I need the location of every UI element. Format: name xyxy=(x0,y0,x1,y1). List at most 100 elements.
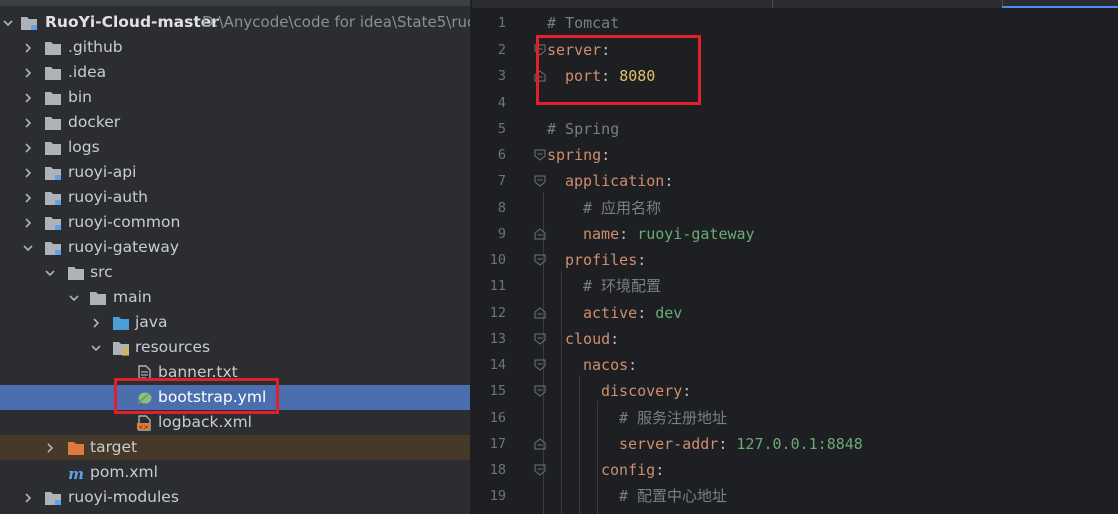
chevron-right-icon[interactable] xyxy=(20,160,36,185)
code-line-14[interactable]: nacos: xyxy=(583,352,637,378)
xml-file-icon: <> xyxy=(135,414,153,431)
chevron-down-icon[interactable] xyxy=(88,335,104,360)
highlight-box-server-port xyxy=(536,35,701,105)
yaml-colon: : xyxy=(664,172,674,190)
fold-end-icon[interactable] xyxy=(534,307,546,319)
chevron-down-icon[interactable] xyxy=(42,260,58,285)
chevron-down-icon[interactable] xyxy=(20,235,36,260)
source-folder-icon xyxy=(112,314,130,331)
line-number: 12 xyxy=(489,305,506,321)
code-line-9[interactable]: name: ruoyi-gateway xyxy=(583,221,755,247)
tree-item-label: .github xyxy=(68,38,123,56)
chevron-right-icon[interactable] xyxy=(20,210,36,235)
module-folder-icon xyxy=(44,164,62,181)
tree-row-ruoyi-gateway[interactable]: ruoyi-gateway xyxy=(0,235,470,260)
line-number: 8 xyxy=(497,200,506,216)
yaml-key: profiles xyxy=(565,251,638,269)
code-line-12[interactable]: active: dev xyxy=(583,300,682,326)
fold-collapse-icon[interactable] xyxy=(534,333,546,345)
editor-tab-strip[interactable] xyxy=(472,0,1118,8)
active-tab-indicator xyxy=(1002,6,1118,8)
tree-row-ruoyi-common[interactable]: ruoyi-common xyxy=(0,210,470,235)
line-number: 15 xyxy=(489,383,506,399)
indent-guide xyxy=(561,271,562,514)
folder-icon xyxy=(89,289,107,306)
code-editor[interactable]: 1 2 3 4 5 6 7 8 9 10 11 12 13 14 15 16 1… xyxy=(472,0,1118,514)
yaml-value: dev xyxy=(655,304,683,322)
tree-row-bin[interactable]: bin xyxy=(0,85,470,110)
code-line-15[interactable]: discovery: xyxy=(601,378,691,404)
tree-row-ruoyi-auth[interactable]: ruoyi-auth xyxy=(0,185,470,210)
tree-row-java[interactable]: java xyxy=(0,310,470,335)
fold-collapse-icon[interactable] xyxy=(534,149,546,161)
chevron-down-icon[interactable] xyxy=(0,10,16,35)
chevron-right-icon[interactable] xyxy=(88,310,104,335)
tree-row-github[interactable]: .github xyxy=(0,35,470,60)
fold-end-icon[interactable] xyxy=(534,438,546,450)
tree-row-ruoyi-modules[interactable]: ruoyi-modules xyxy=(0,485,470,510)
maven-file-icon: m xyxy=(67,464,85,481)
chevron-right-icon[interactable] xyxy=(20,110,36,135)
chevron-right-icon[interactable] xyxy=(20,185,36,210)
code-line-11[interactable]: # 环境配置 xyxy=(583,273,661,299)
highlight-box-bootstrap xyxy=(114,378,279,414)
fold-collapse-icon[interactable] xyxy=(534,254,546,266)
fold-collapse-icon[interactable] xyxy=(534,175,546,187)
module-folder-icon xyxy=(44,489,62,506)
chevron-down-icon[interactable] xyxy=(66,285,82,310)
code-line-6[interactable]: spring: xyxy=(547,142,610,168)
yaml-key: cloud xyxy=(565,330,611,348)
tree-row-main[interactable]: main xyxy=(0,285,470,310)
chevron-right-icon[interactable] xyxy=(20,85,36,110)
tree-row-target[interactable]: target xyxy=(0,435,470,460)
fold-collapse-icon[interactable] xyxy=(534,385,546,397)
code-line-13[interactable]: cloud: xyxy=(565,326,619,352)
line-number: 13 xyxy=(489,331,506,347)
code-line-17[interactable]: server-addr: 127.0.0.1:8848 xyxy=(619,431,863,457)
module-folder-icon xyxy=(44,239,62,256)
yaml-key: name xyxy=(583,225,620,243)
tree-row-docker[interactable]: docker xyxy=(0,110,470,135)
ide-window: RuoYi-Cloud-master D:\Anycode\code for i… xyxy=(0,0,1118,514)
fold-end-icon[interactable] xyxy=(534,228,546,240)
tree-row-ruoyi-api[interactable]: ruoyi-api xyxy=(0,160,470,185)
yaml-colon: : xyxy=(718,435,737,453)
line-number: 10 xyxy=(489,252,506,268)
code-line-19[interactable]: # 配置中心地址 xyxy=(619,483,727,509)
tree-row-src[interactable]: src xyxy=(0,260,470,285)
code-line-8[interactable]: # 应用名称 xyxy=(583,195,661,221)
fold-collapse-icon[interactable] xyxy=(534,359,546,371)
chevron-right-icon[interactable] xyxy=(42,435,58,460)
line-number: 17 xyxy=(489,436,506,452)
line-number: 6 xyxy=(497,147,506,163)
yaml-colon: : xyxy=(628,356,638,374)
yaml-key: application xyxy=(565,172,665,190)
line-number: 16 xyxy=(489,410,506,426)
line-number: 4 xyxy=(497,95,506,111)
folder-icon xyxy=(44,114,62,131)
folder-icon xyxy=(67,264,85,281)
code-line-16[interactable]: # 服务注册地址 xyxy=(619,405,727,431)
code-line-18[interactable]: config: xyxy=(601,457,664,483)
tree-row-logs[interactable]: logs xyxy=(0,135,470,160)
code-line-10[interactable]: profiles: xyxy=(565,247,646,273)
tree-row-resources[interactable]: resources xyxy=(0,335,470,360)
tree-item-label: main xyxy=(113,288,152,306)
fold-collapse-icon[interactable] xyxy=(534,464,546,476)
tree-item-label: resources xyxy=(135,338,211,356)
line-number: 19 xyxy=(489,488,506,504)
chevron-right-icon[interactable] xyxy=(20,35,36,60)
code-line-5[interactable]: # Spring xyxy=(547,116,619,142)
yaml-value: ruoyi-gateway xyxy=(637,225,755,243)
tree-row-pom-xml[interactable]: m pom.xml xyxy=(0,460,470,485)
chevron-right-icon[interactable] xyxy=(20,60,36,85)
chevron-right-icon[interactable] xyxy=(20,135,36,160)
chevron-right-icon[interactable] xyxy=(20,485,36,510)
tree-row-idea[interactable]: .idea xyxy=(0,60,470,85)
tree-row-root[interactable]: RuoYi-Cloud-master D:\Anycode\code for i… xyxy=(0,10,470,35)
yaml-key: discovery xyxy=(601,382,683,400)
code-line-7[interactable]: application: xyxy=(565,168,673,194)
yaml-colon: : xyxy=(655,461,665,479)
tree-root-path: D:\Anycode\code for idea\State5\ruoyi xyxy=(202,13,470,31)
code-line-1[interactable]: # Tomcat xyxy=(547,10,619,36)
